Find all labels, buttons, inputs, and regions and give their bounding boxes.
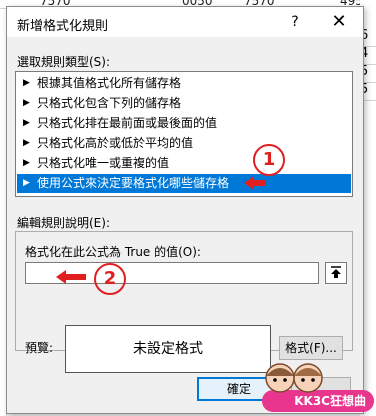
rule-type-label: 選取規則類型(S): [17,55,111,69]
edit-description-label: 編輯規則說明(E): [17,216,110,230]
title-bar: 新增格式化規則 ? ✕ [7,7,363,37]
preview-label: 預覽: [25,341,54,355]
triangle-icon: ▶ [23,118,30,128]
triangle-icon: ▶ [23,158,30,168]
rule-type-list[interactable]: ▶ 根據其值格式化所有儲存格 ▶ 只格式化包含下列的儲存格 ▶ 只格式化排在最前… [15,71,353,197]
rule-item-use-formula[interactable]: ▶ 使用公式來決定要格式化哪些儲存格 [17,174,351,193]
step-badge-2: 2 [94,263,126,295]
watermark-mascot-icon [265,363,323,393]
triangle-icon: ▶ [23,98,30,108]
rule-item-label: 只格式化高於或低於平均的值 [37,136,194,150]
collapse-arrow-icon [331,266,341,278]
close-button[interactable]: ✕ [327,10,351,34]
rule-item-unique-duplicate[interactable]: ▶ 只格式化唯一或重複的值 [17,154,351,173]
help-button[interactable]: ? [285,11,305,33]
rule-item-top-bottom[interactable]: ▶ 只格式化排在最前面或最後面的值 [17,114,351,133]
rule-item-above-below-average[interactable]: ▶ 只格式化高於或低於平均的值 [17,134,351,153]
formula-label: 格式化在此公式為 True 的值(O): [25,245,201,259]
triangle-icon: ▶ [23,78,30,88]
rule-item-contains[interactable]: ▶ 只格式化包含下列的儲存格 [17,94,351,113]
rule-item-label: 只格式化包含下列的儲存格 [37,96,182,110]
triangle-icon: ▶ [23,178,30,188]
red-arrow-icon [56,270,86,284]
format-preview: 未設定格式 [65,325,271,373]
triangle-icon: ▶ [23,138,30,148]
dialog-title: 新增格式化規則 [17,19,109,34]
rule-item-label: 使用公式來決定要格式化哪些儲存格 [37,176,230,190]
rule-item-label: 只格式化排在最前面或最後面的值 [37,116,218,130]
rule-item-label: 根據其值格式化所有儲存格 [37,76,182,90]
range-selector-button[interactable] [325,262,347,284]
new-format-rule-dialog: 新增格式化規則 ? ✕ 選取規則類型(S): ▶ 根據其值格式化所有儲存格 ▶ … [6,6,364,414]
format-button[interactable]: 格式(F)... [279,336,343,360]
rule-item-value-based[interactable]: ▶ 根據其值格式化所有儲存格 [17,74,351,93]
step-badge-1: 1 [253,144,285,176]
rule-item-label: 只格式化唯一或重複的值 [37,156,170,170]
red-arrow-icon [244,176,266,190]
